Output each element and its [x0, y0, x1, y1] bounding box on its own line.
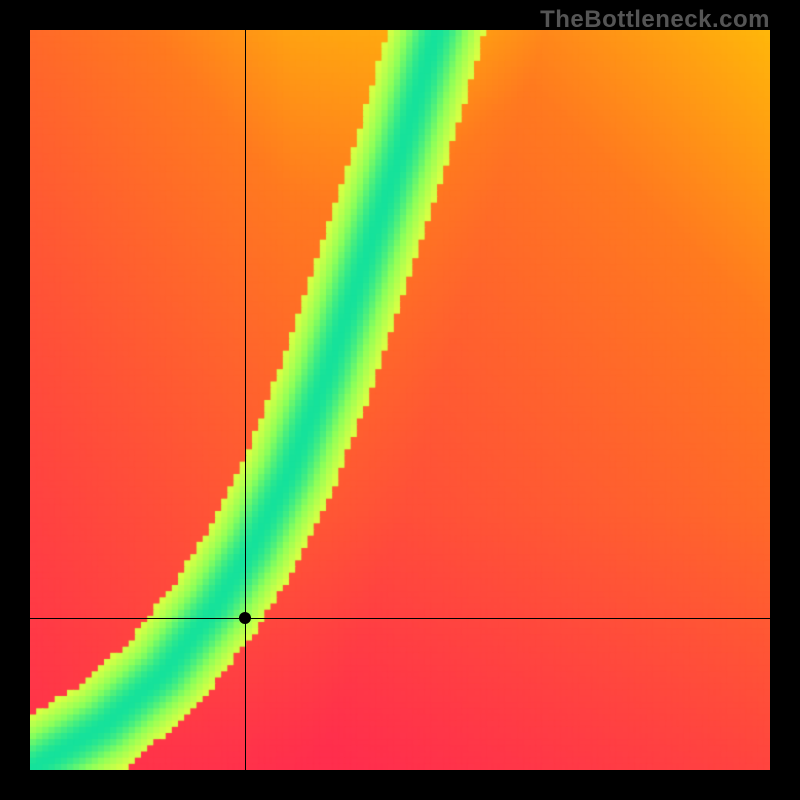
bottleneck-heatmap — [30, 30, 770, 770]
chart-container: TheBottleneck.com — [0, 0, 800, 800]
